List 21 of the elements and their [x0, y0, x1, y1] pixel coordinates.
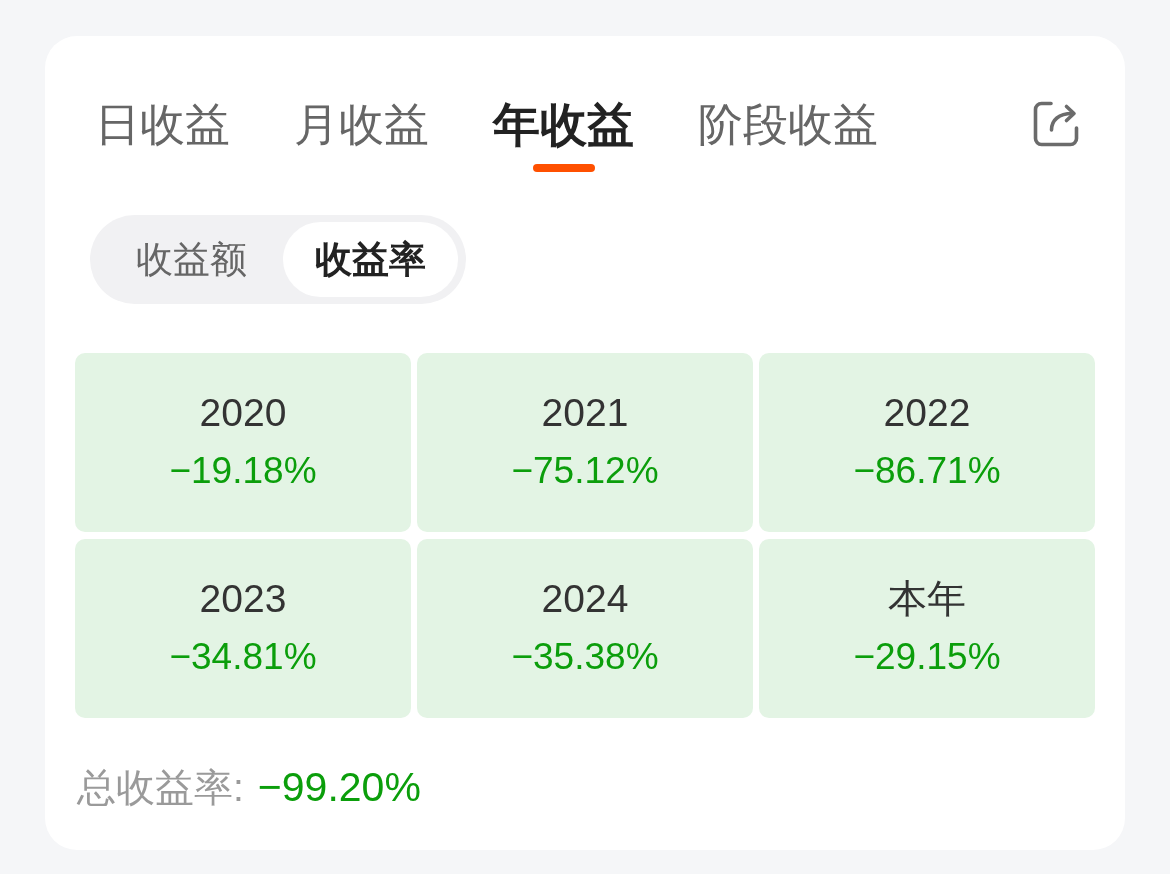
return-rate: −34.81%: [169, 634, 317, 679]
year-label: 2020: [199, 389, 287, 436]
total-return-label: 总收益率:: [77, 765, 244, 811]
metric-option[interactable]: 收益额: [97, 222, 283, 297]
return-rate: −86.71%: [853, 448, 1001, 493]
return-rate: −19.18%: [169, 448, 317, 493]
year-label: 2021: [541, 389, 629, 436]
return-rate: −35.38%: [511, 634, 659, 679]
year-label: 2024: [541, 575, 629, 622]
year-label: 2022: [883, 389, 971, 436]
period-tab[interactable]: 日收益: [95, 98, 230, 172]
year-label: 本年: [888, 575, 966, 622]
period-tab[interactable]: 年收益: [493, 98, 634, 172]
total-return-value: −99.20%: [257, 763, 421, 811]
return-rate: −75.12%: [511, 448, 659, 493]
return-rate: −29.15%: [853, 634, 1001, 679]
year-label: 2023: [199, 575, 287, 622]
period-tab[interactable]: 阶段收益: [698, 98, 878, 172]
period-tab[interactable]: 月收益: [294, 98, 429, 172]
metric-option[interactable]: 收益率: [283, 222, 458, 297]
share-icon[interactable]: [1032, 100, 1080, 148]
